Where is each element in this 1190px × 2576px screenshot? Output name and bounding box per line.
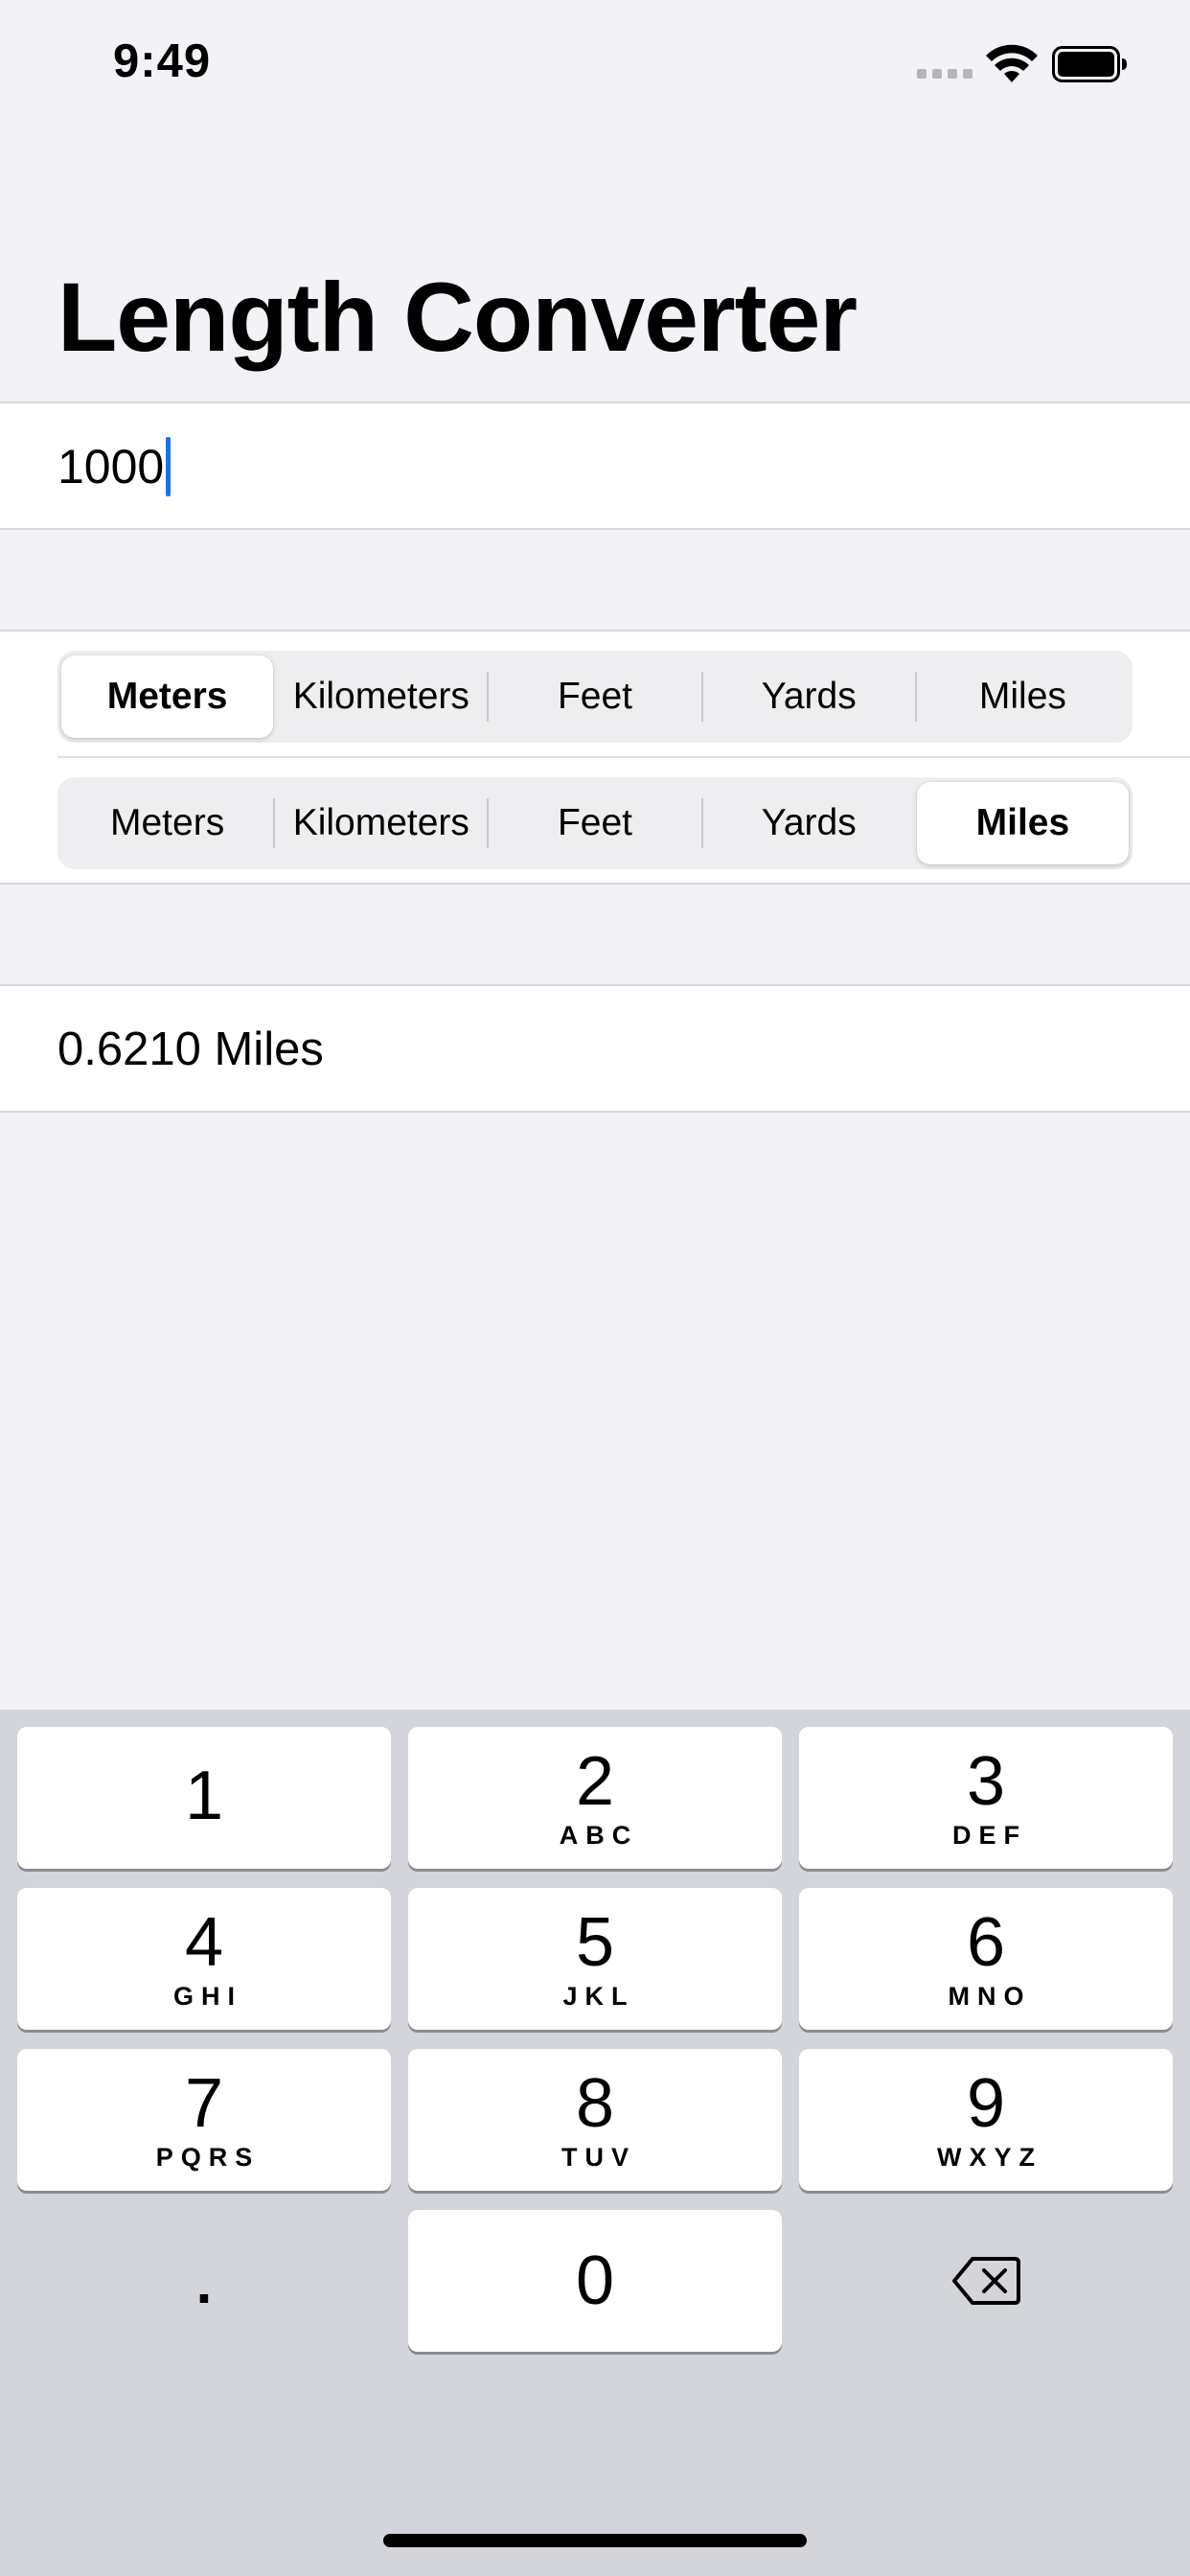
- key-letters: MNO: [948, 1981, 1032, 2011]
- row-divider: [57, 756, 1190, 758]
- key-digit: 5: [575, 1903, 615, 1981]
- from-unit-feet[interactable]: Feet: [489, 656, 700, 738]
- key-letters: DEF: [952, 1820, 1027, 1850]
- page-title: Length Converter: [57, 263, 858, 372]
- amount-input-value: 1000: [57, 440, 165, 494]
- result-section: 0.6210 Miles: [0, 984, 1190, 1113]
- from-unit-kilometers[interactable]: Kilometers: [275, 656, 487, 738]
- numeric-keyboard: 1 2 ABC 3 DEF 4 GHI 5 JKL 6 MNO 7 PQRS 8…: [0, 1710, 1190, 2576]
- key-digit: 8: [575, 2064, 615, 2142]
- status-time: 9:49: [113, 35, 212, 87]
- key-letters: JKL: [562, 1981, 635, 2011]
- key-letters: GHI: [172, 1981, 242, 2011]
- key-8[interactable]: 8 TUV: [408, 2049, 782, 2191]
- key-0[interactable]: 0: [408, 2210, 782, 2352]
- amount-input[interactable]: 1000: [57, 432, 172, 501]
- key-decimal[interactable]: .: [17, 2210, 391, 2352]
- from-unit-miles[interactable]: Miles: [917, 656, 1129, 738]
- to-unit-miles[interactable]: Miles: [916, 782, 1130, 864]
- key-4[interactable]: 4 GHI: [17, 1888, 391, 2030]
- to-unit-feet[interactable]: Feet: [489, 782, 700, 864]
- from-unit-meters[interactable]: Meters: [61, 656, 274, 738]
- input-section: 1000: [0, 402, 1190, 530]
- status-bar: 9:49: [0, 0, 1190, 126]
- conversion-result: 0.6210 Miles: [57, 1024, 324, 1075]
- key-letters: ABC: [559, 1820, 639, 1850]
- to-unit-segmented-control: Meters Kilometers Feet Yards Miles: [57, 777, 1133, 869]
- backspace-icon: [952, 2257, 1020, 2305]
- key-digit: 2: [575, 1742, 615, 1820]
- home-indicator: [383, 2534, 807, 2547]
- key-digit: 0: [575, 2242, 615, 2319]
- key-3[interactable]: 3 DEF: [799, 1727, 1173, 1869]
- decimal-point: .: [195, 2250, 213, 2315]
- key-digit: 3: [966, 1742, 1006, 1820]
- key-1[interactable]: 1: [17, 1727, 391, 1869]
- from-unit-segmented-control: Meters Kilometers Feet Yards Miles: [57, 651, 1133, 743]
- text-caret: [166, 437, 172, 496]
- key-6[interactable]: 6 MNO: [799, 1888, 1173, 2030]
- key-delete[interactable]: [799, 2210, 1173, 2352]
- to-unit-yards[interactable]: Yards: [703, 782, 915, 864]
- key-letters: PQRS: [155, 2142, 261, 2172]
- from-unit-yards[interactable]: Yards: [703, 656, 915, 738]
- key-7[interactable]: 7 PQRS: [17, 2049, 391, 2191]
- unit-picker-section: Meters Kilometers Feet Yards Miles Meter…: [0, 630, 1190, 885]
- signal-icon: [917, 69, 973, 79]
- key-digit: 6: [966, 1903, 1006, 1981]
- key-letters: WXYZ: [937, 2142, 1042, 2172]
- key-digit: 9: [966, 2064, 1006, 2142]
- key-9[interactable]: 9 WXYZ: [799, 2049, 1173, 2191]
- key-digit: 1: [184, 1758, 224, 1834]
- key-2[interactable]: 2 ABC: [408, 1727, 782, 1869]
- to-unit-kilometers[interactable]: Kilometers: [275, 782, 487, 864]
- key-digit: 4: [184, 1903, 224, 1981]
- key-digit: 7: [184, 2064, 224, 2142]
- key-5[interactable]: 5 JKL: [408, 1888, 782, 2030]
- battery-icon: [1052, 46, 1127, 82]
- key-letters: TUV: [561, 2142, 636, 2172]
- to-unit-meters[interactable]: Meters: [61, 782, 273, 864]
- wifi-icon: [986, 44, 1038, 82]
